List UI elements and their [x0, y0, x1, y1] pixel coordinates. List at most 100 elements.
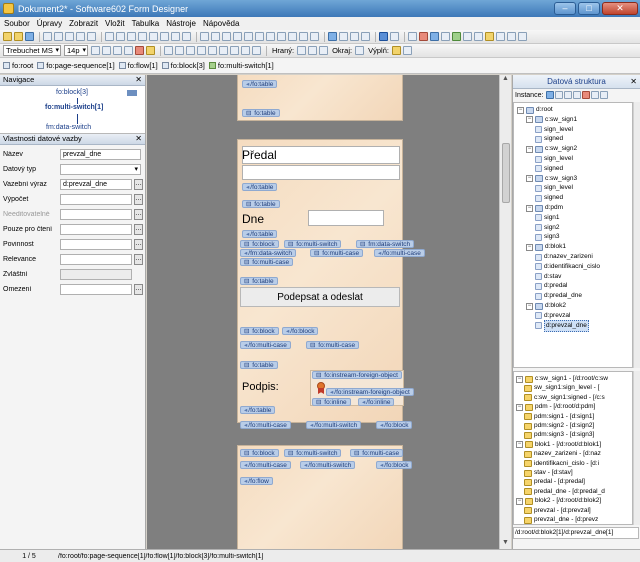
- navigation-view[interactable]: fo:block[3] fo:multi-switch[1] fm:data-s…: [0, 86, 145, 134]
- xml-tag[interactable]: /fo:multi-case: [374, 249, 425, 257]
- font-size-select[interactable]: 14p: [64, 45, 88, 56]
- design-canvas[interactable]: /fo:table fo:table Předal /fo:table fo:t…: [147, 75, 499, 549]
- xml-tag[interactable]: /fm:data-switch: [240, 249, 296, 257]
- tree-leaf-node[interactable]: d:stav: [535, 272, 561, 282]
- align-center-icon[interactable]: [175, 46, 184, 55]
- predal-input[interactable]: [242, 165, 400, 180]
- xml-tag[interactable]: /fo:inline: [358, 398, 395, 406]
- align-justify-icon[interactable]: [197, 46, 206, 55]
- browse-button[interactable]: …: [134, 239, 143, 250]
- help-icon[interactable]: [441, 32, 450, 41]
- delete-icon[interactable]: [582, 91, 591, 99]
- margins-icon[interactable]: [355, 46, 365, 55]
- collapse-icon[interactable]: −: [526, 302, 533, 310]
- fill-icon[interactable]: [391, 46, 401, 55]
- edit-icon[interactable]: [573, 91, 582, 99]
- nav-node-current[interactable]: fo:multi-switch[1]: [45, 104, 103, 111]
- maximize-button[interactable]: □: [578, 2, 600, 15]
- indent-icon[interactable]: [241, 46, 250, 55]
- xml-tag[interactable]: /fo:flow: [240, 477, 273, 485]
- canvas-scrollbar[interactable]: ▲ ▼: [499, 75, 511, 549]
- scroll-thumb[interactable]: [502, 143, 510, 203]
- tree-leaf-node[interactable]: d:nazev_zarizeni: [535, 252, 593, 262]
- special-field[interactable]: [60, 269, 132, 280]
- signature-icon[interactable]: [328, 32, 337, 41]
- exit-icon[interactable]: [518, 32, 527, 41]
- tree-leaf-node[interactable]: signed: [535, 193, 563, 203]
- name-field[interactable]: prevzal_dne: [60, 149, 141, 160]
- nav-options-icon[interactable]: [127, 90, 137, 96]
- tree-group-node[interactable]: − d:blok1: [526, 242, 566, 252]
- data-type-select[interactable]: [60, 164, 141, 175]
- date-icon[interactable]: [266, 32, 275, 41]
- move-up-icon[interactable]: [591, 91, 600, 99]
- border-color-icon[interactable]: [319, 46, 329, 55]
- menu-nastroje[interactable]: Nástroje: [166, 19, 196, 28]
- xml-tag[interactable]: /fo:multi-case: [240, 461, 291, 469]
- align-left-icon[interactable]: [164, 46, 173, 55]
- collapse-icon[interactable]: −: [516, 375, 523, 383]
- xml-tag[interactable]: /fo:multi-switch: [306, 421, 362, 429]
- print-icon[interactable]: [485, 32, 494, 41]
- menu-napoveda[interactable]: Nápověda: [203, 19, 239, 28]
- xml-tag[interactable]: fo:multi-switch: [284, 240, 342, 248]
- menu-soubor[interactable]: Soubor: [4, 19, 30, 28]
- zoom-icon[interactable]: [474, 32, 483, 41]
- xml-tag[interactable]: fo:multi-case: [350, 449, 404, 457]
- nav-node[interactable]: fm:data-switch: [46, 124, 91, 131]
- tree-scrollbar[interactable]: [633, 102, 640, 368]
- undo-icon[interactable]: [43, 32, 52, 41]
- calculation-field[interactable]: [60, 194, 132, 205]
- xml-tag[interactable]: fo:block: [240, 240, 279, 248]
- strike-icon[interactable]: [124, 46, 133, 55]
- browse-button[interactable]: …: [134, 194, 143, 205]
- valign-top-icon[interactable]: [208, 46, 217, 55]
- split-cells-icon[interactable]: [171, 32, 180, 41]
- tree-leaf-node[interactable]: sign_level: [535, 183, 573, 193]
- browse-button[interactable]: …: [134, 179, 143, 190]
- export-icon[interactable]: [463, 32, 472, 41]
- sign-and-send-button[interactable]: Podepsat a odeslat: [240, 287, 400, 307]
- info-icon[interactable]: [430, 32, 439, 41]
- delete-row-icon[interactable]: [138, 32, 147, 41]
- delete-column-icon[interactable]: [149, 32, 158, 41]
- settings-icon[interactable]: [390, 32, 399, 41]
- collapse-icon[interactable]: −: [516, 441, 523, 449]
- validate-icon[interactable]: [452, 32, 461, 41]
- tree-leaf-node[interactable]: sign_level: [535, 125, 573, 135]
- xml-tag[interactable]: /fo:multi-case: [240, 341, 291, 349]
- switch-icon[interactable]: [310, 32, 319, 41]
- stop-icon[interactable]: [361, 32, 370, 41]
- error-icon[interactable]: [419, 32, 428, 41]
- checkbox-icon[interactable]: [211, 32, 220, 41]
- tree-group-node[interactable]: − d:blok2: [526, 301, 566, 311]
- tree-leaf-node[interactable]: sign_level: [535, 154, 573, 164]
- xml-tag[interactable]: /fo:table: [242, 183, 278, 191]
- browse-button[interactable]: …: [134, 224, 143, 235]
- readonly-field[interactable]: [60, 224, 132, 235]
- tree-leaf-node[interactable]: sign3: [535, 232, 560, 242]
- table-icon[interactable]: [105, 32, 114, 41]
- binding-expression-field[interactable]: d:prevzal_dne: [60, 179, 132, 190]
- data-structure-icon[interactable]: [379, 32, 388, 41]
- tree-group-node[interactable]: − c:sw_sign1: [526, 115, 577, 125]
- xml-tag[interactable]: /fo:table: [242, 230, 278, 238]
- tree-leaf-node[interactable]: d:identifikacni_cislo: [535, 262, 600, 272]
- fill-dropdown-icon[interactable]: [402, 46, 412, 55]
- font-family-select[interactable]: Trebuchet MS: [3, 45, 61, 56]
- combo-icon[interactable]: [233, 32, 242, 41]
- merge-cells-icon[interactable]: [160, 32, 169, 41]
- close-icon[interactable]: ✕: [135, 134, 142, 144]
- tree-leaf-node[interactable]: signed: [535, 164, 563, 174]
- font-color-icon[interactable]: [135, 46, 144, 55]
- browse-button[interactable]: …: [134, 254, 143, 265]
- breadcrumb-item[interactable]: fo:flow[1]: [118, 61, 158, 70]
- xml-tag[interactable]: /fo:instream-foreign-object: [326, 388, 414, 396]
- collapse-icon[interactable]: −: [526, 145, 533, 153]
- breadcrumb-item[interactable]: fo:multi-switch[1]: [208, 61, 274, 70]
- minimize-button[interactable]: –: [554, 2, 576, 15]
- borders-icon[interactable]: [297, 46, 307, 55]
- xml-tag[interactable]: fo:block: [240, 449, 279, 457]
- radio-icon[interactable]: [222, 32, 231, 41]
- binding-scrollbar[interactable]: [633, 371, 640, 525]
